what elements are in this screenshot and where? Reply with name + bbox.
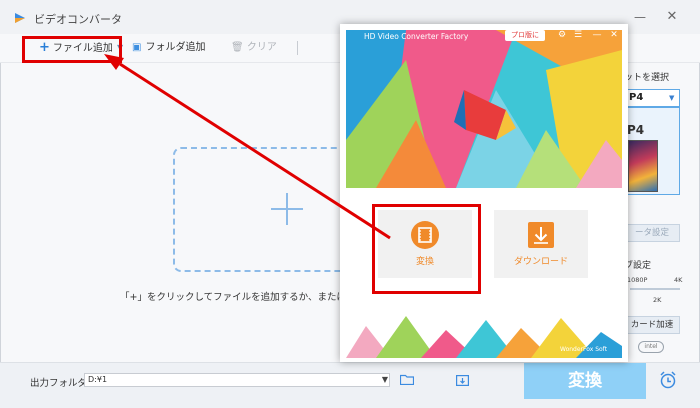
highlight-converter-card [372, 204, 481, 294]
upgrade-pro-button[interactable]: プロ版に [505, 30, 545, 41]
add-folder-button[interactable]: ▣ フォルダ追加 [132, 40, 205, 56]
brand-label: WonderFox Soft [560, 346, 608, 353]
add-plus-icon-vertical[interactable] [286, 193, 288, 225]
quality-mark-4k: 4K [674, 276, 683, 284]
add-folder-label: フォルダ追加 [145, 42, 206, 53]
add-file-hint: 「+」をクリックしてファイルを追加するか、またはファイ [120, 292, 375, 303]
chevron-down-icon[interactable]: ▼ [380, 374, 390, 386]
menu-icon[interactable]: ☰ [572, 29, 584, 41]
downloader-card-label: ダウンロード [513, 257, 568, 267]
toolbar-divider [297, 41, 298, 55]
close-icon[interactable]: ✕ [608, 29, 620, 41]
format-thumbnail-label: P4 [627, 123, 645, 137]
gpu-acceleration-button[interactable]: カード加速 [624, 316, 680, 334]
folder-icon: ▣ [132, 42, 142, 53]
close-button[interactable]: ✕ [664, 10, 680, 24]
output-folder-field[interactable]: D:¥1 [84, 373, 390, 387]
clear-label: クリア [246, 42, 277, 53]
convert-button[interactable]: 変換 [524, 363, 646, 399]
app-logo-icon [15, 13, 25, 23]
parameter-settings-button[interactable]: ータ設定 [624, 224, 680, 242]
quality-mark-2k: 2K [653, 296, 662, 304]
quality-slider[interactable] [630, 288, 680, 290]
format-select-label: ットを選択 [624, 73, 670, 83]
launcher-banner [346, 30, 622, 188]
trash-icon: 🗑︎ [231, 42, 244, 53]
download-icon [528, 222, 554, 248]
format-thumbnail-image [628, 140, 658, 192]
downloader-card[interactable]: ダウンロード [494, 210, 588, 278]
intel-badge: intel [638, 341, 664, 353]
browse-folder-icon[interactable] [400, 374, 414, 385]
launcher-title: HD Video Converter Factory [364, 32, 469, 41]
minimize-button[interactable]: — [632, 10, 648, 24]
clear-button[interactable]: 🗑︎ クリア [231, 40, 277, 56]
settings-icon[interactable]: ⚙ [556, 29, 568, 41]
app-title: ビデオコンバータ [34, 13, 122, 26]
alarm-clock-icon[interactable] [658, 370, 678, 390]
quality-mark-1080p: 1080P [627, 276, 648, 284]
chevron-down-icon[interactable]: ▼ [669, 94, 674, 102]
launcher-window: HD Video Converter Factory プロ版に ⚙ ☰ — ✕ … [340, 24, 628, 362]
quality-settings-label: ブ設定 [624, 261, 652, 271]
highlight-add-file [22, 36, 122, 63]
minimize-icon[interactable]: — [591, 29, 603, 41]
open-folder-icon[interactable] [456, 373, 469, 386]
